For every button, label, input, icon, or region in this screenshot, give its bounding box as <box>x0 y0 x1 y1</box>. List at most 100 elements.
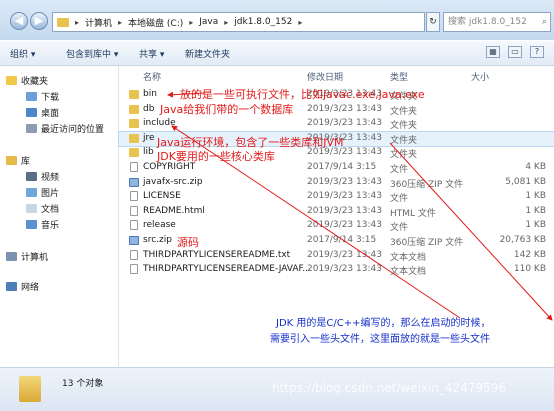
column-header-type[interactable]: 类型 <box>390 70 408 83</box>
sidebar-item-music[interactable]: 音乐 <box>26 218 59 231</box>
music-icon <box>26 220 37 229</box>
address-bar[interactable]: ▸ 计算机 ▸ 本地磁盘 (C:) ▸ Java ▸ jdk1.8.0_152 … <box>52 12 425 32</box>
sidebar-item-libraries[interactable]: 库 <box>6 154 30 167</box>
preview-pane-icon[interactable]: ▭ <box>508 46 522 58</box>
share-button[interactable]: 共享 ▾ <box>139 47 164 60</box>
network-icon <box>6 282 17 291</box>
help-icon[interactable]: ? <box>530 46 544 58</box>
file-size: 142 KB <box>513 249 546 260</box>
file-size: 1 KB <box>525 205 546 216</box>
table-row[interactable]: THIRDPARTYLICENSEREADME-JAVAF... 2019/3/2… <box>119 263 554 277</box>
search-placeholder: 搜索 jdk1.8.0_152 <box>448 17 527 27</box>
watermark-text: https://blog.csdn.net/weixin_42479596 <box>272 381 507 395</box>
file-type: 360压缩 ZIP 文件 <box>390 238 464 248</box>
file-date: 2019/3/23 13:43 <box>307 205 382 216</box>
file-size: 5,081 KB <box>505 176 546 187</box>
breadcrumb-local-disk[interactable]: 本地磁盘 (C:) <box>128 16 183 29</box>
video-icon <box>26 172 37 181</box>
folder-icon <box>129 119 139 129</box>
file-size: 1 KB <box>525 220 546 231</box>
annotation-src: 源码 <box>177 236 199 249</box>
annotation-include-line2: 需要引入一些头文件，这里面放的就是一些头文件 <box>270 334 490 345</box>
document-icon <box>26 204 37 213</box>
breadcrumb-jdk[interactable]: jdk1.8.0_152 <box>234 17 292 27</box>
column-header-date[interactable]: 修改日期 <box>307 70 343 83</box>
download-icon <box>26 92 37 101</box>
navigation-pane: 收藏夹 下载 桌面 最近访问的位置 库 视频 图片 文档 音乐 计算机 网络 <box>0 66 119 366</box>
sidebar-item-computer[interactable]: 计算机 <box>6 250 48 263</box>
file-type: 文件夹 <box>390 135 418 146</box>
address-bar-area: ◀ ▶ ▸ 计算机 ▸ 本地磁盘 (C:) ▸ Java ▸ jdk1.8.0_… <box>0 0 554 40</box>
sidebar-item-documents[interactable]: 文档 <box>26 202 59 215</box>
object-count: 13 个对象 <box>62 379 104 389</box>
file-size: 20,763 KB <box>499 235 546 245</box>
file-date: 2017/9/14 3:15 <box>307 162 377 172</box>
sidebar-item-pictures[interactable]: 图片 <box>26 186 59 199</box>
annotation-bin: 放的是一些可执行文件，比如javac.exe,java.exe <box>180 88 425 101</box>
table-row[interactable]: include 2019/3/23 13:43 文件夹 <box>119 117 554 131</box>
table-row[interactable]: README.html 2019/3/23 13:43 HTML 文件 1 KB <box>119 205 554 219</box>
file-type: HTML 文件 <box>390 208 436 219</box>
table-row[interactable]: LICENSE 2019/3/23 13:43 文件 1 KB <box>119 190 554 204</box>
new-folder-button[interactable]: 新建文件夹 <box>185 47 230 60</box>
table-row[interactable]: THIRDPARTYLICENSEREADME.txt 2019/3/23 13:… <box>119 249 554 263</box>
file-name: THIRDPARTYLICENSEREADME-JAVAF... <box>143 264 311 275</box>
folder-icon <box>57 17 69 27</box>
search-input[interactable]: 搜索 jdk1.8.0_152 ⌕ <box>443 12 551 32</box>
column-header-name[interactable]: 名称 <box>143 70 161 83</box>
file-type: 文本文档 <box>390 267 427 278</box>
forward-button[interactable]: ▶ <box>30 12 48 30</box>
file-date: 2017/9/14 3:15 <box>307 235 377 245</box>
sidebar-item-videos[interactable]: 视频 <box>26 170 59 183</box>
file-type: 文件 <box>390 165 409 175</box>
file-name: release <box>143 220 176 231</box>
organize-button[interactable]: 组织 ▾ <box>10 47 35 60</box>
sidebar-item-desktop[interactable]: 桌面 <box>26 106 59 119</box>
zip-file-icon <box>129 177 139 187</box>
file-name: lib <box>143 147 154 158</box>
sidebar-item-recent[interactable]: 最近访问的位置 <box>26 122 104 135</box>
file-date: 2019/3/23 13:43 <box>307 220 382 231</box>
folder-icon <box>129 104 139 114</box>
breadcrumb-computer[interactable]: 计算机 <box>85 16 112 29</box>
file-icon <box>130 264 138 275</box>
search-icon[interactable]: ⌕ <box>542 13 547 31</box>
file-date: 2019/3/23 13:43 <box>307 118 382 129</box>
sidebar-item-network[interactable]: 网络 <box>6 280 39 293</box>
table-row[interactable]: javafx-src.zip 2019/3/23 13:43 360压缩 ZIP 文… <box>119 176 554 190</box>
column-header-size[interactable]: 大小 <box>471 70 489 83</box>
table-row[interactable]: release 2019/3/23 13:43 文件 1 KB <box>119 219 554 233</box>
sidebar-item-downloads[interactable]: 下载 <box>26 90 59 103</box>
breadcrumb-arrow-icon: ▸ <box>224 17 229 27</box>
view-options-icon[interactable]: ▦ <box>486 46 500 58</box>
file-size: 1 KB <box>525 191 546 202</box>
include-library-button[interactable]: 包含到库中 ▾ <box>66 47 118 60</box>
annotation-lib: JDK要用的一些核心类库 <box>157 150 275 163</box>
file-icon <box>130 249 138 260</box>
file-name: bin <box>143 89 157 99</box>
sidebar-item-favorites[interactable]: 收藏夹 <box>6 74 48 87</box>
file-type: 文件 <box>390 223 409 234</box>
file-icon <box>130 191 138 202</box>
file-name: jre <box>143 132 155 143</box>
zip-file-icon <box>129 236 139 245</box>
refresh-icon[interactable]: ↻ <box>426 12 440 32</box>
file-type: 文件夹 <box>390 150 418 161</box>
file-date: 2019/3/23 13:43 <box>307 249 382 260</box>
file-type: 文件 <box>390 194 409 205</box>
breadcrumb-arrow-icon: ▸ <box>75 17 80 27</box>
breadcrumb-arrow-icon: ▸ <box>189 17 194 27</box>
file-type: 360压缩 ZIP 文件 <box>390 179 464 190</box>
annotation-db: Java给我们带的一个数据库 <box>160 103 294 116</box>
file-type: 文本文档 <box>390 252 427 263</box>
library-icon <box>6 156 17 165</box>
folder-icon <box>129 148 139 158</box>
file-name: db <box>143 103 155 114</box>
breadcrumb-java[interactable]: Java <box>199 17 218 27</box>
breadcrumb-arrow-icon: ▸ <box>298 17 303 27</box>
file-date: 2019/3/23 13:43 <box>307 191 382 202</box>
file-name: LICENSE <box>143 191 181 202</box>
back-button[interactable]: ◀ <box>10 12 28 30</box>
folder-icon <box>129 133 139 143</box>
file-name: README.html <box>143 205 205 216</box>
